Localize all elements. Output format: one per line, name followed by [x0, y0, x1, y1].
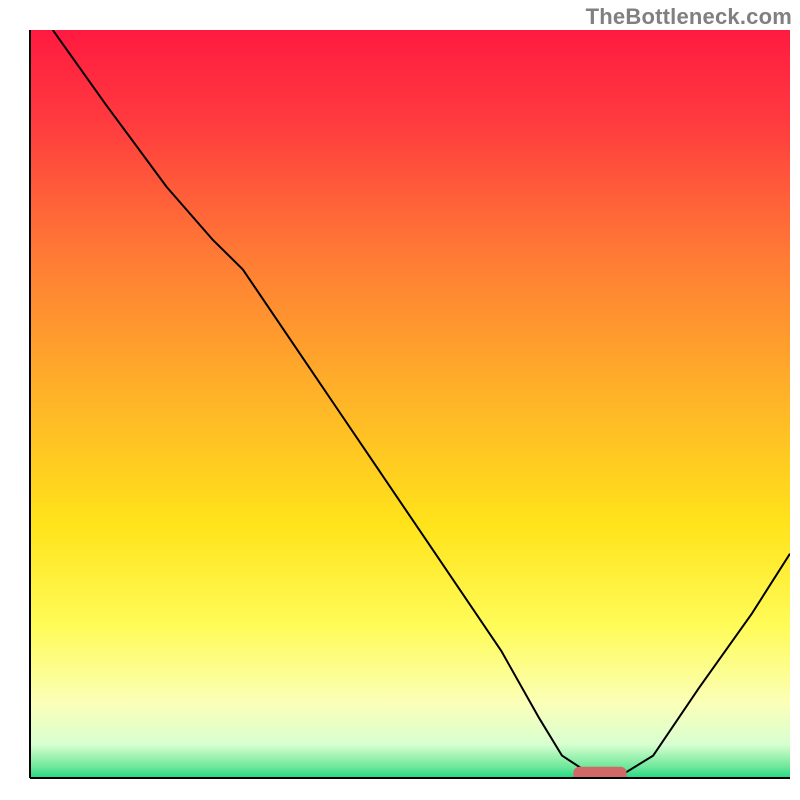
chart-container: TheBottleneck.com: [0, 0, 800, 800]
bottleneck-chart: [0, 0, 800, 800]
optimum-marker: [573, 767, 626, 782]
gradient-background: [30, 30, 790, 778]
plot-area: [30, 30, 790, 782]
